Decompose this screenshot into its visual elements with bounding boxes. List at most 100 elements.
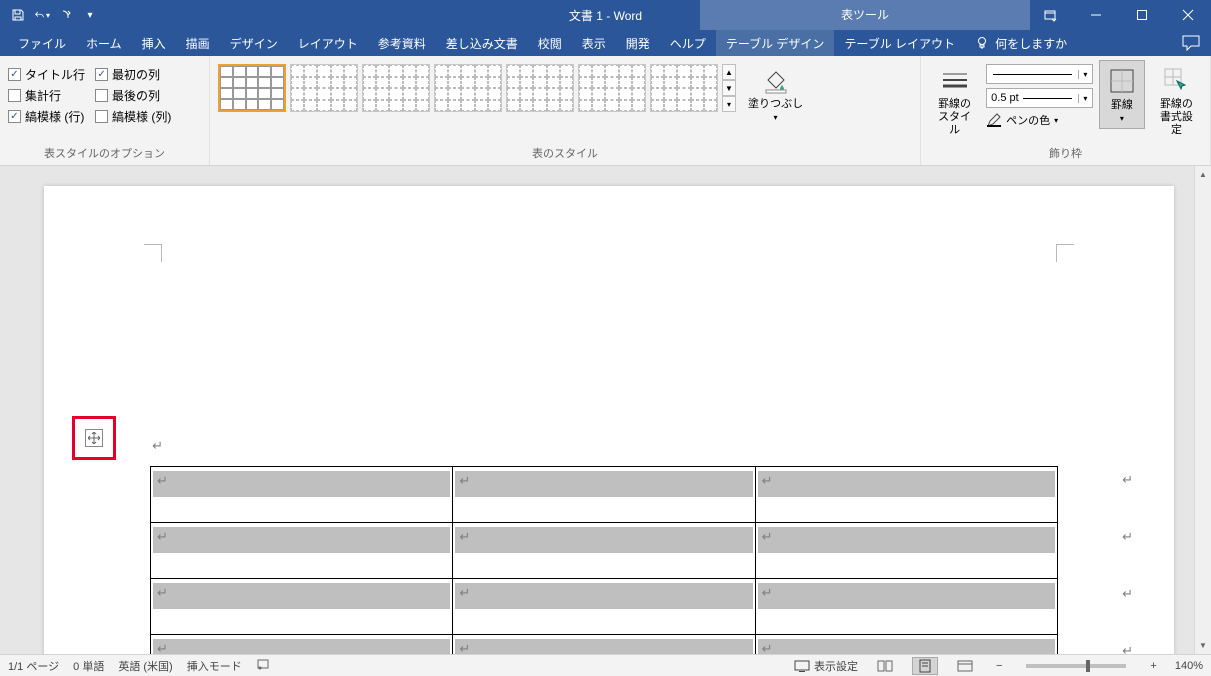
table-styles-gallery[interactable]: ▲ ▼ ▾ xyxy=(218,60,736,112)
move-icon xyxy=(88,432,100,444)
tab-table-layout[interactable]: テーブル レイアウト xyxy=(834,30,965,56)
shading-button[interactable]: 塗りつぶし ▾ xyxy=(742,60,809,127)
chk-total-row[interactable]: 集計行 xyxy=(8,87,85,104)
table-row[interactable]: ↵↵↵ xyxy=(151,579,1058,635)
table-style-thumb[interactable] xyxy=(434,64,502,112)
document-table[interactable]: ↵↵↵ ↵↵↵ ↵↵↵ ↵↵↵ ↵↵↵ xyxy=(150,466,1058,654)
table-style-thumb[interactable] xyxy=(290,64,358,112)
table-cell[interactable]: ↵ xyxy=(755,635,1057,655)
tab-review[interactable]: 校閲 xyxy=(528,30,572,56)
comments-button[interactable] xyxy=(1171,30,1211,56)
gallery-scroll-up[interactable]: ▲ xyxy=(722,64,736,80)
save-icon[interactable] xyxy=(10,7,26,23)
group-table-style-options: タイトル行 最初の列 集計行 最後の列 縞模様 (行) 縞模様 (列) 表スタイ… xyxy=(0,56,210,165)
scroll-down-button[interactable]: ▼ xyxy=(1195,637,1211,654)
table-cell[interactable]: ↵ xyxy=(755,467,1057,523)
table-cell[interactable]: ↵ xyxy=(151,467,453,523)
pen-color-button[interactable]: ペンの色 ▾ xyxy=(986,112,1093,128)
zoom-in-button[interactable]: + xyxy=(1146,660,1160,672)
status-insert-mode[interactable]: 挿入モード xyxy=(187,658,242,674)
status-page[interactable]: 1/1 ページ xyxy=(8,658,59,674)
zoom-slider[interactable] xyxy=(1026,664,1126,668)
chk-first-column[interactable]: 最初の列 xyxy=(95,66,171,83)
view-read-mode[interactable] xyxy=(872,657,898,675)
tell-me-label: 何をしますか xyxy=(995,35,1067,52)
zoom-out-button[interactable]: − xyxy=(992,660,1006,672)
table-cell[interactable]: ↵ xyxy=(755,523,1057,579)
gallery-expand[interactable]: ▾ xyxy=(722,96,736,112)
table-style-thumb[interactable] xyxy=(578,64,646,112)
tab-view[interactable]: 表示 xyxy=(572,30,616,56)
tab-mailings[interactable]: 差し込み文書 xyxy=(436,30,528,56)
table-style-thumb[interactable] xyxy=(218,64,286,112)
chk-header-row[interactable]: タイトル行 xyxy=(8,66,85,83)
table-style-thumb[interactable] xyxy=(650,64,718,112)
paragraph-mark-icon: ↵ xyxy=(1122,529,1133,545)
tab-references[interactable]: 参考資料 xyxy=(368,30,436,56)
table-cell[interactable]: ↵ xyxy=(453,579,755,635)
pen-color-label: ペンの色 xyxy=(1006,112,1050,128)
chk-banded-rows[interactable]: 縞模様 (行) xyxy=(8,108,85,125)
macro-recording-icon[interactable] xyxy=(256,657,270,674)
group-label-options: 表スタイルのオプション xyxy=(8,145,201,163)
document-area[interactable]: ↵ ↵↵↵ ↵↵↵ ↵↵↵ ↵↵↵ ↵↵↵ ↵ ↵ ↵ ↵ ↵ ↵ ▲ ▼ xyxy=(0,166,1211,654)
display-settings-button[interactable]: 表示設定 xyxy=(794,658,858,674)
table-cell[interactable]: ↵ xyxy=(151,635,453,655)
tab-home[interactable]: ホーム xyxy=(76,30,132,56)
close-button[interactable] xyxy=(1165,0,1211,30)
vertical-scrollbar[interactable]: ▲ ▼ xyxy=(1194,166,1211,654)
qat-customize-icon[interactable]: ▾ xyxy=(82,7,98,23)
borders-button[interactable]: 罫線 ▾ xyxy=(1099,60,1145,129)
ribbon-tabs: ファイル ホーム 挿入 描画 デザイン レイアウト 参考資料 差し込み文書 校閲… xyxy=(0,30,1211,56)
tab-table-design[interactable]: テーブル デザイン xyxy=(716,30,835,56)
minimize-button[interactable] xyxy=(1073,0,1119,30)
borders-icon xyxy=(1106,65,1138,97)
tab-developer[interactable]: 開発 xyxy=(616,30,660,56)
chk-banded-rows-label: 縞模様 (行) xyxy=(25,108,84,125)
group-label-styles: 表のスタイル xyxy=(218,145,912,163)
chk-last-column[interactable]: 最後の列 xyxy=(95,87,171,104)
tab-file[interactable]: ファイル xyxy=(8,30,76,56)
undo-icon[interactable]: ▾ xyxy=(34,7,50,23)
pen-icon xyxy=(986,112,1002,128)
view-print-layout[interactable] xyxy=(912,657,938,675)
status-word-count[interactable]: 0 単語 xyxy=(73,658,104,674)
tab-insert[interactable]: 挿入 xyxy=(132,30,176,56)
scroll-up-button[interactable]: ▲ xyxy=(1195,166,1211,183)
table-cell[interactable]: ↵ xyxy=(151,579,453,635)
table-tools-label: 表ツール xyxy=(700,0,1030,30)
status-language[interactable]: 英語 (米国) xyxy=(118,658,172,674)
gallery-scroll-down[interactable]: ▼ xyxy=(722,80,736,96)
shading-label: 塗りつぶし xyxy=(748,98,803,111)
redo-icon[interactable] xyxy=(58,7,74,23)
table-cell[interactable]: ↵ xyxy=(453,523,755,579)
zoom-level[interactable]: 140% xyxy=(1175,660,1203,672)
ribbon-display-options-icon[interactable] xyxy=(1027,0,1073,30)
tab-design[interactable]: デザイン xyxy=(220,30,288,56)
border-weight-combo[interactable]: 0.5 pt▾ xyxy=(986,88,1093,108)
table-row[interactable]: ↵↵↵ xyxy=(151,467,1058,523)
table-cell[interactable]: ↵ xyxy=(151,523,453,579)
tab-help[interactable]: ヘルプ xyxy=(660,30,716,56)
tab-layout[interactable]: レイアウト xyxy=(288,30,368,56)
table-cell[interactable]: ↵ xyxy=(755,579,1057,635)
maximize-button[interactable] xyxy=(1119,0,1165,30)
tab-draw[interactable]: 描画 xyxy=(176,30,220,56)
table-row[interactable]: ↵↵↵ xyxy=(151,635,1058,655)
border-styles-button[interactable]: 罫線の スタイル xyxy=(929,60,980,142)
chk-banded-columns[interactable]: 縞模様 (列) xyxy=(95,108,171,125)
zoom-slider-thumb[interactable] xyxy=(1086,660,1090,672)
table-style-thumb[interactable] xyxy=(362,64,430,112)
border-painter-label: 罫線の 書式設定 xyxy=(1157,98,1196,138)
border-style-combo[interactable]: ▾ xyxy=(986,64,1093,84)
table-style-thumb[interactable] xyxy=(506,64,574,112)
display-settings-icon xyxy=(794,660,810,672)
table-row[interactable]: ↵↵↵ xyxy=(151,523,1058,579)
border-painter-button[interactable]: 罫線の 書式設定 xyxy=(1151,60,1202,142)
tell-me-search[interactable]: 何をしますか xyxy=(965,30,1077,56)
table-move-handle[interactable] xyxy=(85,429,103,447)
table-cell[interactable]: ↵ xyxy=(453,635,755,655)
table-cell[interactable]: ↵ xyxy=(453,467,755,523)
view-web-layout[interactable] xyxy=(952,657,978,675)
group-label-borders: 飾り枠 xyxy=(929,145,1202,163)
